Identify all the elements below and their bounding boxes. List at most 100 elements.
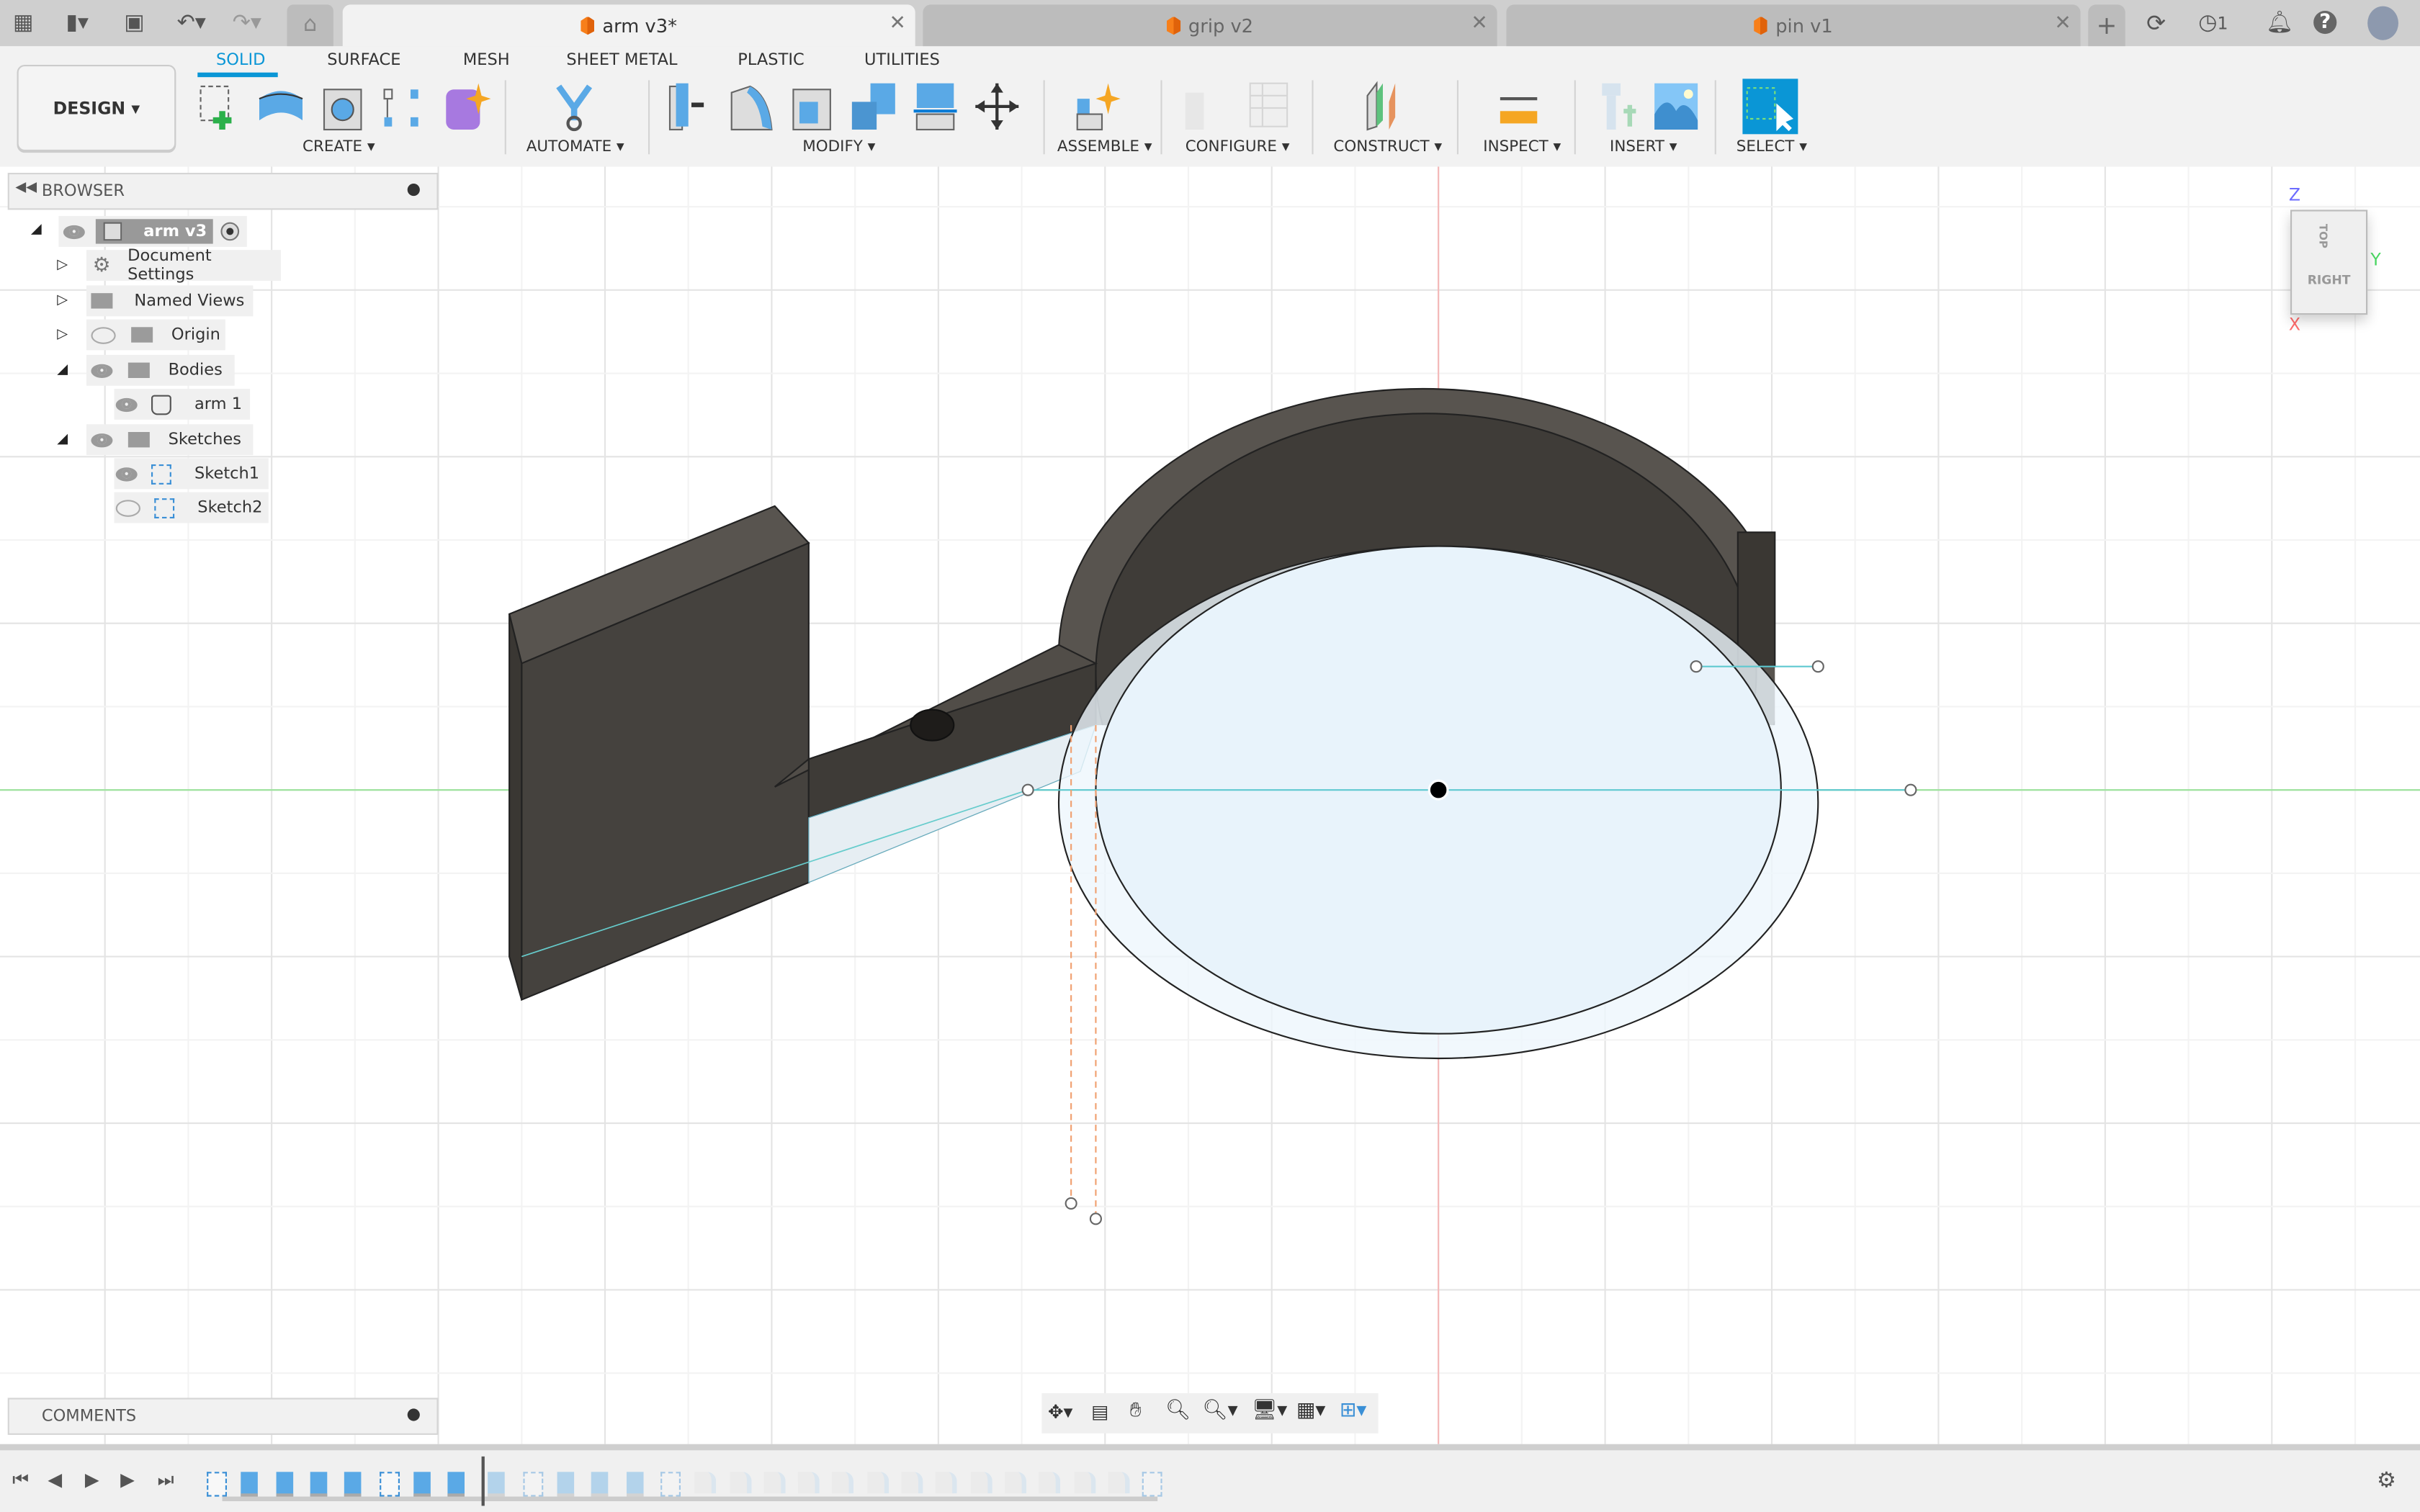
timeline-feature-sketch[interactable]	[1142, 1472, 1162, 1497]
extrude-icon[interactable]	[256, 80, 306, 132]
cube-face-top[interactable]: TOP	[2316, 224, 2329, 248]
eye-icon[interactable]	[63, 224, 85, 239]
modify-menu[interactable]: MODIFY ▾	[802, 139, 875, 156]
view-cube[interactable]: Z Y X TOP RIGHT	[2275, 179, 2398, 340]
tab-pin-v1[interactable]: pin v1 ✕	[1506, 4, 2081, 47]
tab-sheet-metal[interactable]: SHEET METAL	[566, 51, 677, 70]
measure-icon[interactable]	[1494, 80, 1543, 132]
undo-icon[interactable]: ↶▾	[170, 9, 213, 37]
root-component[interactable]: arm v3	[95, 219, 213, 244]
add-comment-icon[interactable]	[407, 1408, 420, 1421]
move-icon[interactable]	[972, 80, 1022, 132]
step-back-icon[interactable]: ◀	[48, 1469, 62, 1490]
eye-icon[interactable]	[115, 397, 138, 412]
select-menu[interactable]: SELECT ▾	[1736, 139, 1807, 156]
tree-item-document-settings[interactable]: ⚙ Document Settings	[86, 247, 281, 284]
tree-item-bodies[interactable]: Bodies	[86, 354, 235, 386]
timeline-feature-fillet[interactable]	[1073, 1472, 1095, 1494]
model-canvas[interactable]	[0, 166, 2420, 1444]
timeline-feature-fillet[interactable]	[1108, 1472, 1130, 1494]
expand-icon[interactable]: ▷	[57, 327, 68, 342]
tab-surface[interactable]: SURFACE	[327, 51, 400, 70]
timeline-feature-sketch[interactable]	[207, 1472, 227, 1497]
close-tab-icon[interactable]: ✕	[2054, 12, 2071, 35]
new-component-icon[interactable]	[1071, 80, 1121, 132]
gear-icon[interactable]: ⚙	[2377, 1469, 2396, 1493]
insert-mcmaster-icon[interactable]	[1592, 80, 1642, 132]
close-tab-icon[interactable]: ✕	[889, 12, 905, 35]
timeline-feature-fillet[interactable]	[1004, 1472, 1026, 1494]
timeline-feature-fillet[interactable]	[729, 1472, 751, 1494]
eye-icon[interactable]	[115, 467, 138, 481]
go-to-start-icon[interactable]: ⏮	[12, 1469, 29, 1492]
timeline-feature-extrude[interactable]	[310, 1472, 328, 1498]
offset-face-icon[interactable]	[910, 80, 960, 132]
timeline-marker[interactable]	[482, 1456, 485, 1506]
configure-menu[interactable]: CONFIGURE ▾	[1186, 139, 1290, 156]
press-pull-icon[interactable]	[663, 80, 713, 132]
combine-icon[interactable]	[849, 80, 899, 132]
tree-item-origin[interactable]: Origin	[86, 319, 225, 351]
viewports-icon[interactable]: ⊞▾	[1340, 1400, 1366, 1423]
tree-item-sketches[interactable]: Sketches	[86, 424, 254, 456]
center-point[interactable]	[1428, 779, 1449, 801]
grid-icon[interactable]: ▦	[9, 9, 37, 37]
timeline-feature-extrude[interactable]	[591, 1472, 609, 1498]
timeline-feature-extrude[interactable]	[447, 1472, 465, 1498]
tree-item-sketch2[interactable]: Sketch2	[114, 492, 269, 523]
play-icon[interactable]: ▶	[85, 1469, 99, 1490]
tree-item-sketch1[interactable]: Sketch1	[114, 458, 269, 490]
inspect-menu[interactable]: INSPECT ▾	[1483, 139, 1561, 156]
collapse-icon[interactable]: ◀◀	[15, 181, 37, 196]
assemble-menu[interactable]: ASSEMBLE ▾	[1057, 139, 1152, 156]
refresh-icon[interactable]: ⟳	[2142, 9, 2170, 37]
automate-icon[interactable]	[550, 80, 599, 132]
tree-item-named-views[interactable]: Named Views	[86, 285, 254, 317]
grid-settings-icon[interactable]: ▦▾	[1296, 1400, 1325, 1423]
insert-menu[interactable]: INSERT ▾	[1610, 139, 1677, 156]
tab-solid[interactable]: SOLID	[216, 51, 266, 70]
save-icon[interactable]: ▣	[120, 9, 148, 37]
create-form-icon[interactable]	[442, 80, 491, 132]
configure-icon[interactable]	[1182, 80, 1232, 132]
tab-grip-v2[interactable]: grip v2 ✕	[923, 4, 1497, 47]
eye-icon[interactable]	[91, 433, 113, 447]
comments-panel[interactable]: COMMENTS	[7, 1398, 439, 1435]
pan-icon[interactable]: ✋︎	[1130, 1400, 1142, 1423]
look-at-icon[interactable]: ▤	[1091, 1401, 1108, 1423]
expand-icon[interactable]: ▷	[57, 293, 68, 308]
timeline-feature-fillet[interactable]	[936, 1472, 958, 1494]
bell-icon[interactable]: 🔔︎	[2266, 9, 2294, 37]
activate-radio-icon[interactable]	[220, 222, 240, 241]
tab-utilities[interactable]: UTILITIES	[864, 51, 940, 70]
browser-panel-header[interactable]: ◀◀ BROWSER	[7, 173, 439, 210]
timeline-feature-extrude[interactable]	[241, 1472, 259, 1498]
expand-icon[interactable]: ◢	[31, 222, 42, 238]
create-sketch-icon[interactable]	[197, 80, 247, 132]
job-status-button[interactable]: ◷1	[2192, 9, 2235, 37]
pattern-icon[interactable]	[380, 80, 429, 132]
collapse-icon[interactable]: ◢	[57, 432, 68, 447]
collapse-icon[interactable]: ◢	[57, 363, 68, 378]
timeline-feature-fillet[interactable]	[832, 1472, 854, 1494]
timeline-feature-fillet[interactable]	[694, 1472, 717, 1494]
timeline-feature-extrude[interactable]	[488, 1472, 506, 1498]
help-icon[interactable]: ?	[2313, 11, 2337, 35]
eye-icon[interactable]	[91, 363, 113, 377]
close-tab-icon[interactable]: ✕	[1471, 12, 1487, 35]
pin-panel-icon[interactable]	[407, 183, 420, 197]
tree-item-root[interactable]: arm v3	[58, 216, 247, 247]
avatar[interactable]	[2367, 6, 2398, 40]
workspace-switcher[interactable]: DESIGN ▾	[17, 65, 176, 151]
select-icon[interactable]	[1742, 78, 1798, 135]
timeline-feature-fillet[interactable]	[866, 1472, 889, 1494]
shell-icon[interactable]	[787, 80, 837, 132]
home-button[interactable]: ⌂	[287, 4, 333, 47]
3d-viewport[interactable]	[0, 166, 2420, 1444]
timeline-feature-fillet[interactable]	[969, 1472, 992, 1494]
timeline-feature-extrude[interactable]	[275, 1472, 293, 1498]
create-menu[interactable]: CREATE ▾	[302, 139, 375, 156]
cube-face-right[interactable]: RIGHT	[2292, 273, 2366, 287]
timeline-feature-fillet[interactable]	[798, 1472, 820, 1494]
timeline-feature-fillet[interactable]	[763, 1472, 786, 1494]
